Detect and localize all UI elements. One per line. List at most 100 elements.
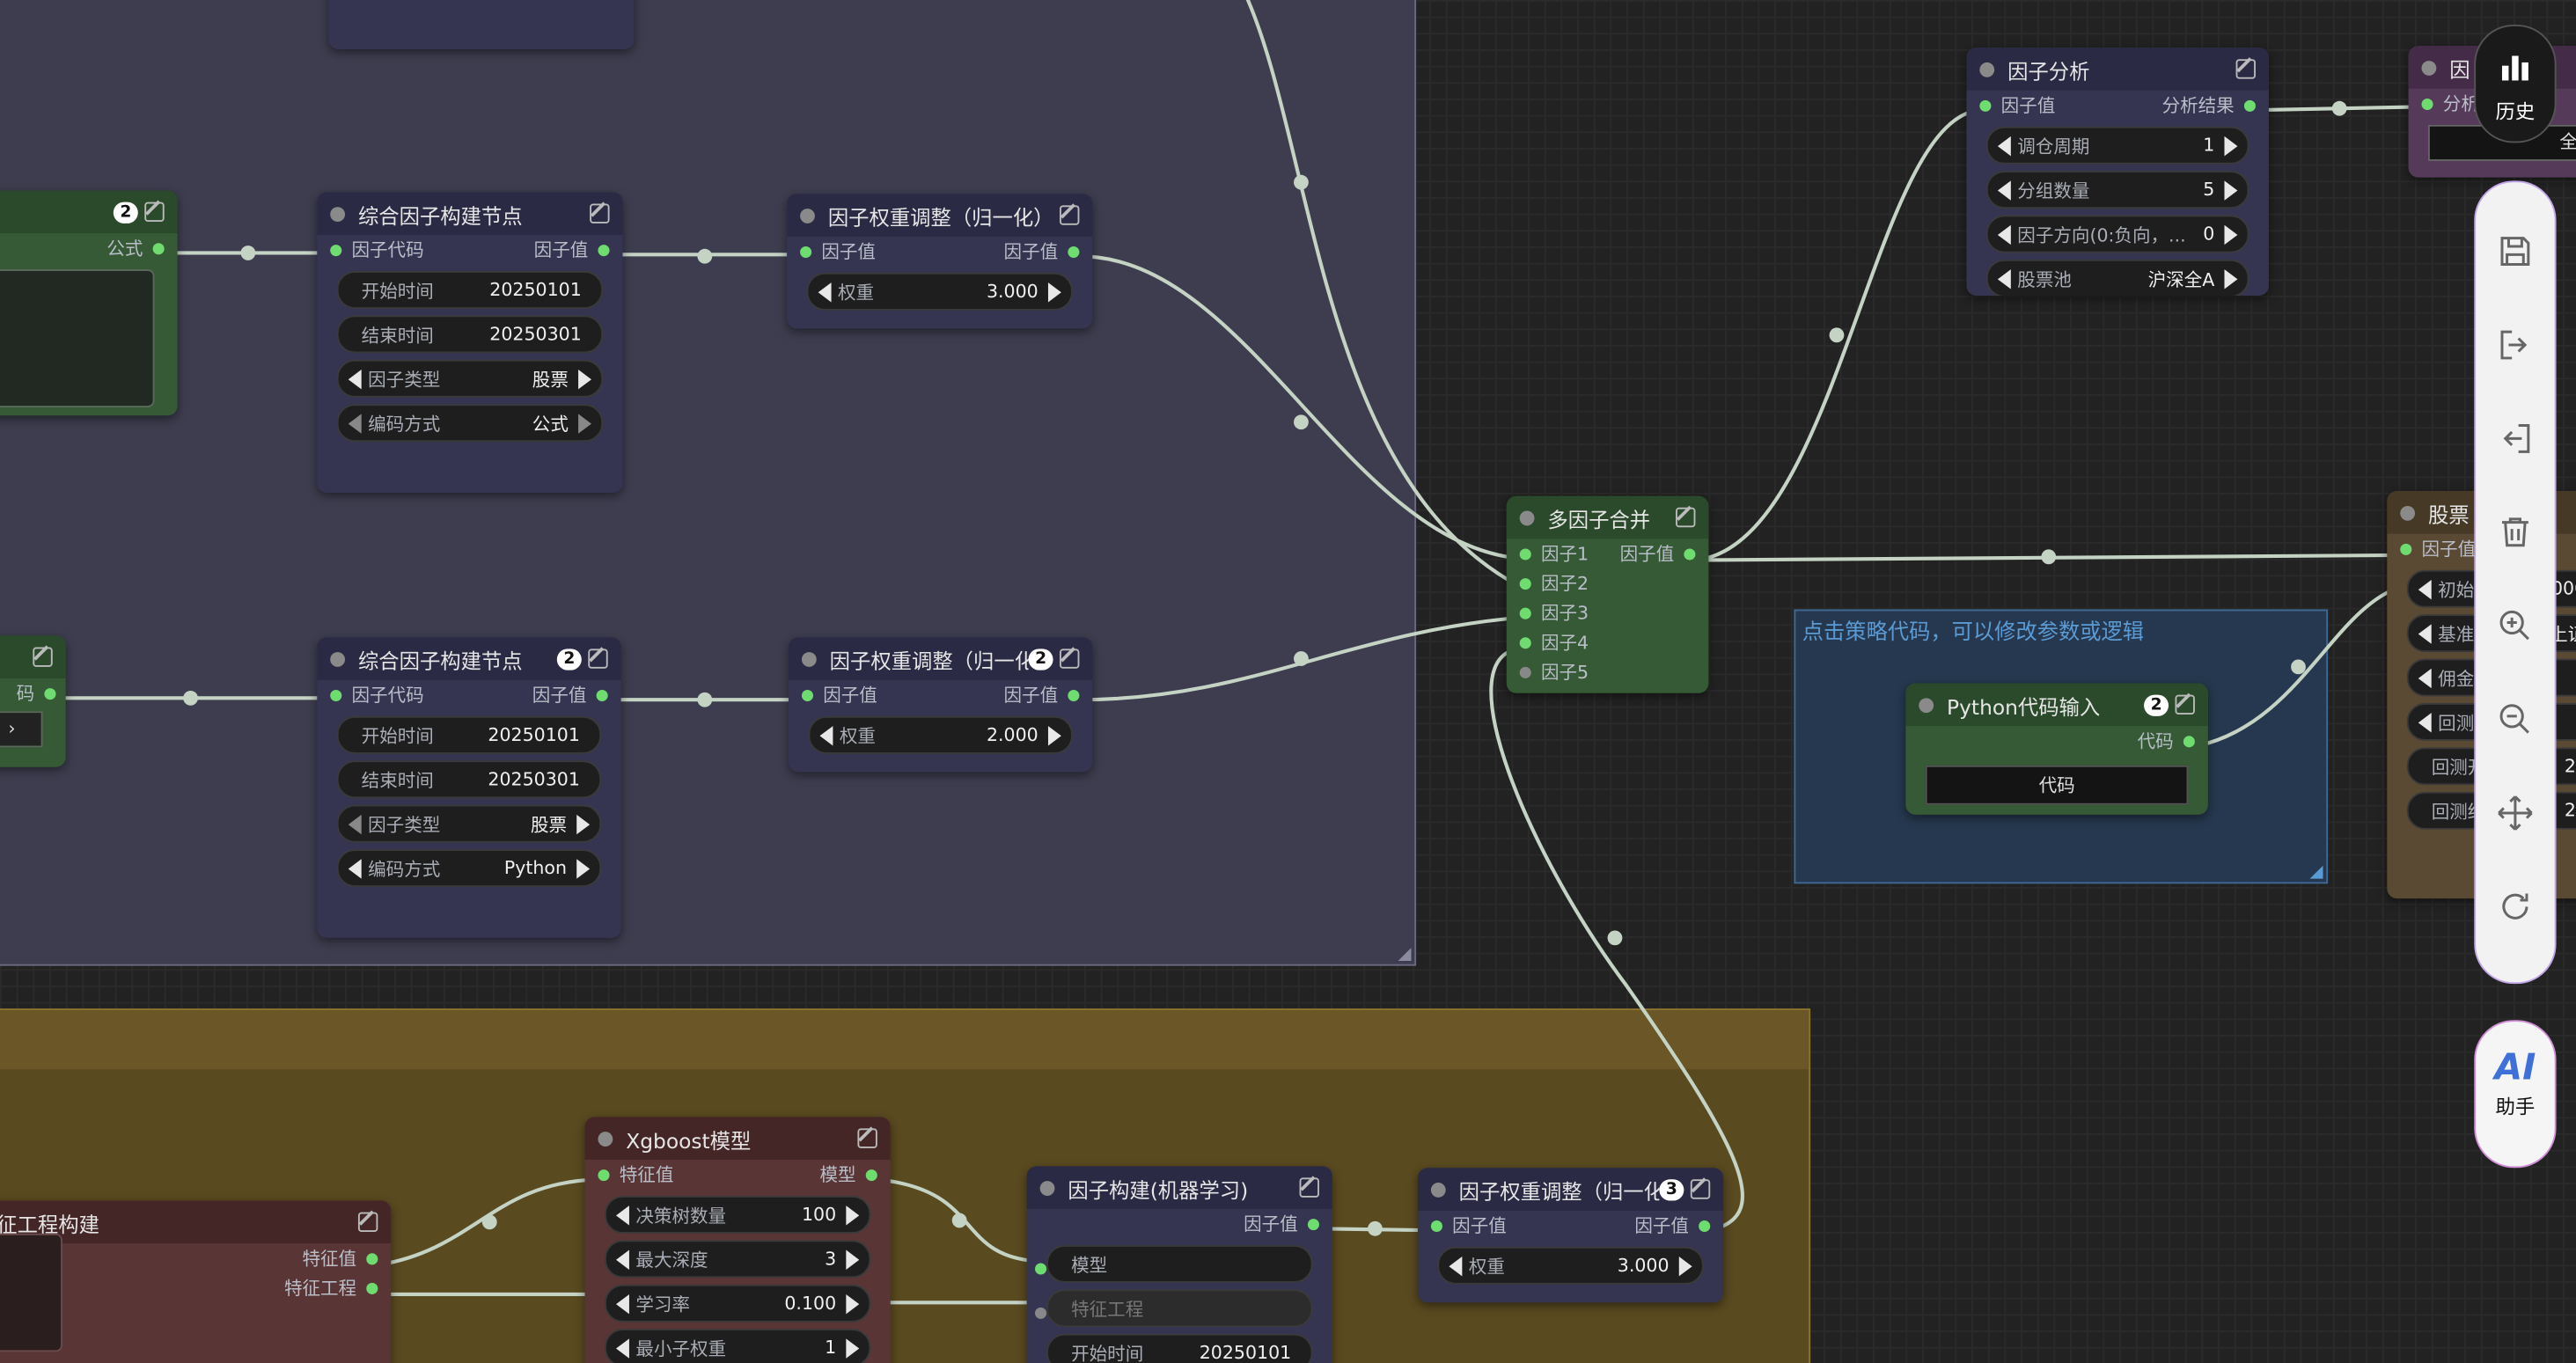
node-xgboost-model[interactable]: Xgboost模型 特征值 模型 决策树数量 100 最大深度 3 学习率 0.100 … [584,1117,891,1363]
export-icon[interactable] [2496,326,2536,365]
right-arrow-icon[interactable] [846,1205,860,1225]
left-arrow-icon[interactable] [1449,1256,1463,1276]
edit-icon[interactable] [857,1128,877,1148]
input-port[interactable] [1979,99,1992,112]
stock-pool-combo[interactable]: 股票池 沪深全A [1985,259,2249,297]
right-arrow-icon[interactable] [1047,725,1061,745]
feature-textarea[interactable] [0,1233,62,1352]
output-port[interactable] [1684,547,1696,560]
weight-stepper[interactable]: 权重 2.000 [808,715,1073,754]
left-arrow-icon[interactable] [1997,180,2011,200]
expand-toggle[interactable]: › [0,711,43,748]
edit-icon[interactable] [1676,507,1696,528]
left-arrow-icon[interactable] [818,282,832,302]
right-arrow-icon[interactable] [2224,224,2238,245]
left-arrow-icon[interactable] [2418,579,2432,599]
right-arrow-icon[interactable] [846,1293,860,1314]
right-arrow-icon[interactable] [1678,1256,1692,1276]
zoom-in-icon[interactable] [2496,606,2536,646]
edit-icon[interactable] [588,649,608,669]
edit-icon[interactable] [2175,694,2195,715]
start-time-field[interactable]: 开始时间 20250101 [336,715,602,754]
node-python-code-input[interactable]: Python代码输入 2 代码 代码 [1905,683,2208,815]
output-port[interactable] [1307,1218,1319,1230]
output-port[interactable] [2243,99,2256,112]
refresh-icon[interactable] [2496,887,2536,927]
input-port[interactable] [1035,1263,1047,1275]
input-port[interactable] [330,244,342,256]
edit-icon[interactable] [1060,205,1080,225]
end-time-field[interactable]: 结束时间 20250301 [336,315,604,354]
left-arrow-icon[interactable] [616,1293,629,1314]
left-arrow-icon[interactable] [348,413,362,433]
left-arrow-icon[interactable] [616,1337,629,1358]
output-port[interactable] [865,1169,877,1181]
node-multi-factor-merge[interactable]: 多因子合并 因子1 因子值 因子2 因子3 因子4 因子5 [1506,495,1709,693]
node-feature-engineering[interactable]: 征工程构建 特征值 特征工程 [0,1200,392,1363]
history-button[interactable]: 历史 [2474,25,2557,143]
save-icon[interactable] [2496,231,2536,271]
input-port[interactable] [1430,1220,1442,1232]
output-port[interactable] [366,1281,378,1294]
input-port[interactable] [801,689,814,701]
node-formula-input[interactable]: 2 公式 [0,190,178,416]
node-weight-adjust-1[interactable]: 因子权重调整（归一化） 因子值 因子值 权重 3.000 [787,194,1093,329]
node-ml-factor-build[interactable]: 因子构建(机器学习) 因子值 模型 特征工程 开始时间 20250101 [1026,1166,1332,1363]
right-arrow-icon[interactable] [578,413,592,433]
input-port[interactable] [1519,636,1531,649]
zoom-out-icon[interactable] [2496,700,2536,739]
edit-icon[interactable] [2235,59,2256,79]
left-arrow-icon[interactable] [348,858,362,878]
left-arrow-icon[interactable] [2418,623,2432,643]
edit-icon[interactable] [1060,649,1080,669]
left-arrow-icon[interactable] [616,1249,629,1270]
node-weight-adjust-2[interactable]: 因子权重调整（归一化 2 因子值 因子值 权重 2.000 [789,637,1093,773]
factor-direction-stepper[interactable]: 因子方向(0:负向，... 0 [1985,215,2249,253]
input-port[interactable] [2421,98,2433,110]
workflow-canvas[interactable]: 点击策略代码，可以修改参数或逻辑 2 公式 综合因子构建节点 因子代码 因子值 … [0,0,2576,1363]
output-port[interactable] [1068,245,1080,258]
right-arrow-icon[interactable] [846,1337,860,1358]
min-child-weight-stepper[interactable]: 最小子权重 1 [604,1329,871,1363]
input-port[interactable] [2400,542,2412,555]
factor-type-combo[interactable]: 因子类型 股票 [336,804,602,843]
max-depth-stepper[interactable]: 最大深度 3 [604,1240,871,1279]
output-port[interactable] [152,242,165,254]
right-arrow-icon[interactable] [578,369,592,389]
node-factor-analysis[interactable]: 因子分析 因子值 分析结果 调仓周期 1 分组数量 5 因子方向(0:负向，... 0 … [1966,48,2269,297]
encoding-combo[interactable]: 编码方式 Python [336,849,602,888]
end-time-field[interactable]: 结束时间 20250301 [336,760,602,799]
output-port[interactable] [366,1252,378,1264]
edit-icon[interactable] [33,647,53,667]
left-arrow-icon[interactable] [1997,136,2011,156]
group-count-stepper[interactable]: 分组数量 5 [1985,171,2249,209]
right-arrow-icon[interactable] [1047,282,1061,302]
left-arrow-icon[interactable] [2418,667,2432,688]
input-port[interactable] [1519,577,1531,590]
left-arrow-icon[interactable] [616,1205,629,1225]
encoding-combo[interactable]: 编码方式 公式 [336,404,604,443]
output-port[interactable] [2183,735,2195,747]
left-arrow-icon[interactable] [1997,224,2011,245]
output-port[interactable] [1699,1220,1711,1232]
edit-icon[interactable] [1690,1179,1711,1199]
input-port[interactable] [800,245,812,258]
left-arrow-icon[interactable] [348,813,362,834]
import-icon[interactable] [2496,419,2536,458]
factor-type-combo[interactable]: 因子类型 股票 [336,359,604,398]
node-factor-build-1[interactable]: 综合因子构建节点 因子代码 因子值 开始时间 20250101 结束时间 202503… [317,192,623,494]
input-port[interactable] [1035,1307,1047,1319]
tree-count-stepper[interactable]: 决策树数量 100 [604,1195,871,1234]
edit-icon[interactable] [1299,1177,1319,1198]
right-arrow-icon[interactable] [576,858,591,878]
ai-assistant-button[interactable]: AI 助手 [2474,1020,2557,1169]
move-icon[interactable] [2496,794,2536,833]
left-arrow-icon[interactable] [348,369,362,389]
input-port[interactable] [598,1169,610,1181]
input-port[interactable] [330,689,342,701]
edit-icon[interactable] [357,1212,378,1233]
right-arrow-icon[interactable] [2224,180,2238,200]
output-port[interactable] [1068,689,1080,701]
edit-icon[interactable] [590,203,610,224]
output-port[interactable] [598,244,610,256]
